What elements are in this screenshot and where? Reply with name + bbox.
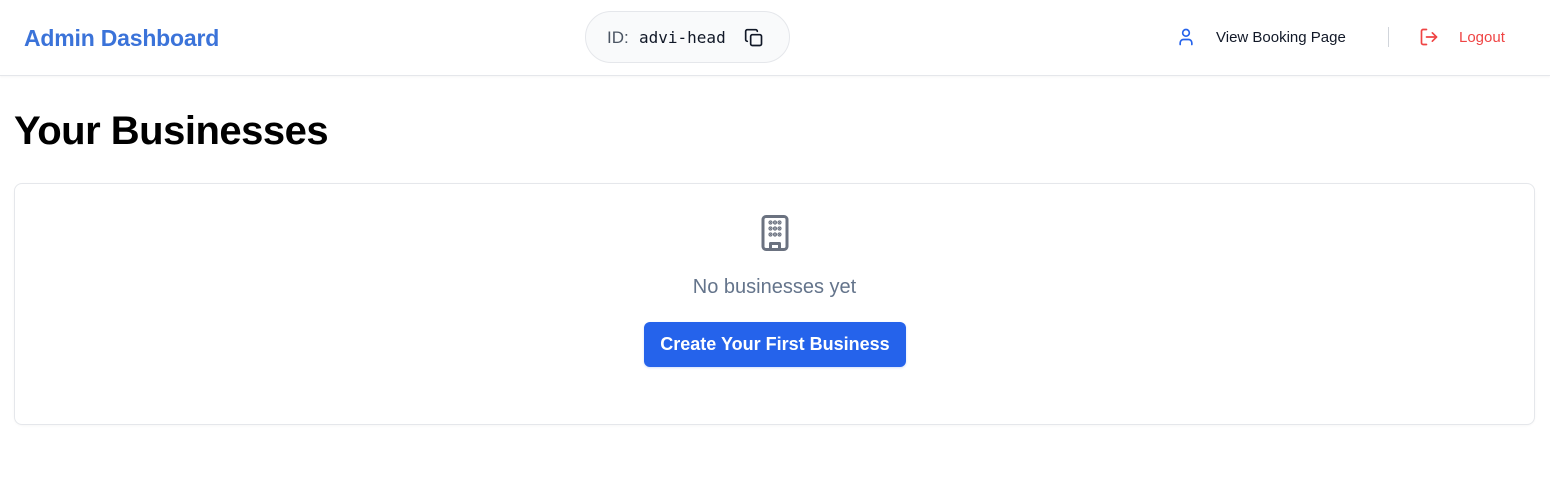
- page-title: Your Businesses: [14, 109, 329, 153]
- empty-state-message: No businesses yet: [692, 276, 857, 298]
- id-value: advi-head: [639, 28, 726, 47]
- logout-icon: [1419, 27, 1439, 47]
- create-first-business-button[interactable]: Create Your First Business: [644, 322, 906, 367]
- copy-icon: [744, 28, 764, 48]
- view-booking-page-label: View Booking Page: [1216, 28, 1346, 46]
- nav-divider: [1388, 27, 1389, 47]
- businesses-empty-card: No businesses yet Create Your First Busi…: [14, 183, 1535, 425]
- brand-title[interactable]: Admin Dashboard: [24, 24, 219, 52]
- view-booking-page-link[interactable]: View Booking Page: [1176, 24, 1346, 50]
- logout-button[interactable]: Logout: [1419, 24, 1505, 50]
- top-header: Admin Dashboard ID: advi-head View Booki…: [0, 0, 1550, 76]
- user-icon: [1176, 27, 1196, 47]
- id-pill: ID: advi-head: [585, 11, 790, 63]
- id-label: ID:: [607, 28, 629, 47]
- building-icon: [757, 213, 793, 253]
- copy-id-button[interactable]: [741, 25, 767, 51]
- logout-label: Logout: [1459, 28, 1505, 46]
